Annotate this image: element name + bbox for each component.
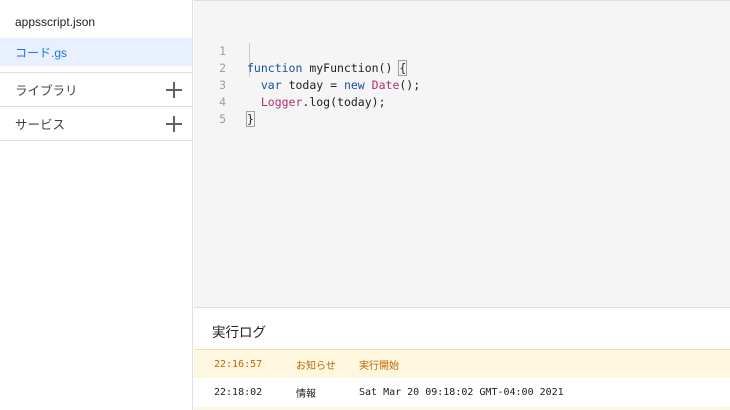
code-line-3: 3 Logger.log(today); xyxy=(194,60,730,109)
section-libraries: ライブラリ xyxy=(0,73,192,106)
section-services: サービス xyxy=(0,107,192,140)
log-row-notice: 22:16:57 お知らせ 実行開始 xyxy=(194,349,730,379)
execution-log-panel: 実行ログ 22:16:57 お知らせ 実行開始 22:18:02 情報 Sat … xyxy=(194,307,730,410)
file-label: appsscript.json xyxy=(15,15,96,29)
log-time: 22:16:57 xyxy=(214,358,263,370)
matched-brace: } xyxy=(246,111,255,127)
divider xyxy=(0,140,192,141)
log-message: Sat Mar 20 09:18:02 GMT-04:00 2021 xyxy=(359,387,564,398)
code-editor[interactable]: 1 function myFunction() { 2 var today = … xyxy=(194,0,730,307)
line-number: 5 xyxy=(219,112,226,126)
section-label: ライブラリ xyxy=(15,84,78,98)
code-text: } xyxy=(246,111,255,128)
code-line-1: 1 function myFunction() { xyxy=(194,26,730,76)
code-line-4: 4 } xyxy=(194,77,730,127)
file-sidebar: appsscript.json コード.gs ライブラリ サービス xyxy=(0,0,193,410)
log-level: お知らせ xyxy=(296,360,336,372)
file-label: コード.gs xyxy=(15,45,68,60)
add-library-plus-icon[interactable] xyxy=(164,80,184,100)
add-service-plus-icon[interactable] xyxy=(164,114,184,134)
file-item-code-gs[interactable]: コード.gs xyxy=(0,38,192,66)
file-item-appsscript-json[interactable]: appsscript.json xyxy=(0,0,192,38)
log-row-info: 22:18:02 情報 Sat Mar 20 09:18:02 GMT-04:0… xyxy=(194,378,730,408)
log-title: 実行ログ xyxy=(212,325,266,340)
section-label: サービス xyxy=(15,118,66,132)
code-line-5: 5 xyxy=(194,94,730,126)
log-time: 22:18:02 xyxy=(214,387,263,398)
log-level: 情報 xyxy=(296,389,316,400)
log-message: 実行開始 xyxy=(359,360,399,372)
code-line-2: 2 var today = new Date(); xyxy=(194,43,730,92)
